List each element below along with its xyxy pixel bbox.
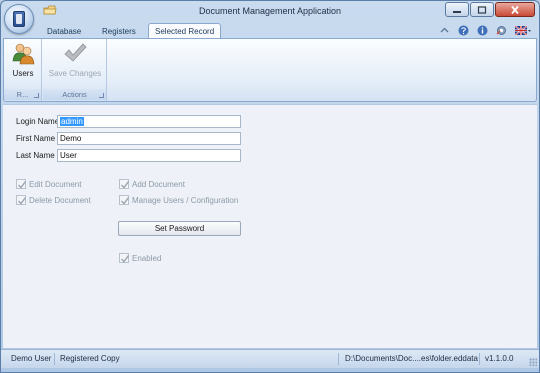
settings-icon[interactable] xyxy=(496,25,507,36)
set-password-button[interactable]: Set Password xyxy=(118,221,241,236)
save-changes-label: Save Changes xyxy=(48,69,102,78)
login-name-field[interactable]: admin xyxy=(57,115,241,128)
window-controls xyxy=(445,2,535,17)
record-form: Login Name admin First Name Demo Last Na… xyxy=(3,104,537,348)
app-window: Document Management Application Database… xyxy=(0,0,540,373)
first-name-field[interactable]: Demo xyxy=(57,132,241,145)
manage-users-checkbox[interactable]: Manage Users / Configuration xyxy=(119,195,238,205)
minimize-button[interactable] xyxy=(445,2,469,17)
users-button-label: Users xyxy=(12,69,34,78)
maximize-icon xyxy=(477,5,487,14)
edit-document-label: Edit Document xyxy=(29,179,82,189)
add-document-label: Add Document xyxy=(132,179,185,189)
checkbox-checked-icon xyxy=(16,195,27,205)
collapse-ribbon-icon[interactable] xyxy=(439,25,450,36)
login-name-label: Login Name xyxy=(16,117,60,126)
save-changes-button[interactable]: Save Changes xyxy=(45,41,105,78)
status-separator xyxy=(54,353,55,365)
last-name-label: Last Name xyxy=(16,151,55,160)
tab-database[interactable]: Database xyxy=(41,24,87,39)
ribbon-panel: Users R... Save Changes Actions xyxy=(3,38,537,102)
delete-document-label: Delete Document xyxy=(29,195,91,205)
login-name-value: admin xyxy=(60,117,84,126)
status-separator xyxy=(338,353,339,365)
ribbon-group-actions: Save Changes Actions xyxy=(43,39,107,101)
checkbox-checked-icon xyxy=(119,195,130,205)
status-database-path: D:\Documents\Doc....es\folder.eddata xyxy=(345,354,478,363)
document-app-icon xyxy=(13,11,25,27)
enabled-label: Enabled xyxy=(132,253,162,263)
checkmark-icon xyxy=(63,41,87,65)
language-flag-icon[interactable] xyxy=(515,25,531,36)
checkbox-checked-icon xyxy=(16,179,27,189)
status-separator xyxy=(479,353,480,365)
edit-document-checkbox[interactable]: Edit Document xyxy=(16,179,81,189)
close-icon xyxy=(511,5,519,14)
tab-registers[interactable]: Registers xyxy=(96,24,142,39)
status-bar: Demo User Registered Copy D:\Documents\D… xyxy=(1,349,539,368)
users-button[interactable]: Users xyxy=(8,41,38,78)
last-name-field[interactable]: User xyxy=(57,149,241,162)
status-license: Registered Copy xyxy=(60,354,120,363)
manage-users-label: Manage Users / Configuration xyxy=(132,195,239,205)
help-icon[interactable] xyxy=(458,25,469,36)
group-launcher-icon[interactable] xyxy=(34,93,39,98)
ribbon-group-records: Users R... xyxy=(4,39,42,101)
first-name-label: First Name xyxy=(16,134,56,143)
application-menu-button[interactable] xyxy=(4,4,34,34)
group-launcher-icon[interactable] xyxy=(99,93,104,98)
enabled-checkbox[interactable]: Enabled xyxy=(119,253,161,263)
add-document-checkbox[interactable]: Add Document xyxy=(119,179,185,189)
title-bar: Document Management Application xyxy=(1,1,539,34)
status-version: v1.1.0.0 xyxy=(485,354,514,363)
checkbox-checked-icon xyxy=(119,179,130,189)
ribbon-toolbar xyxy=(439,25,531,36)
checkbox-checked-icon xyxy=(119,253,130,263)
minimize-icon xyxy=(453,10,461,13)
users-icon xyxy=(11,41,35,65)
close-button[interactable] xyxy=(495,2,535,17)
delete-document-checkbox[interactable]: Delete Document xyxy=(16,195,91,205)
ribbon-tabs: Database Registers Selected Record xyxy=(1,22,539,40)
maximize-button[interactable] xyxy=(470,2,494,17)
status-user: Demo User xyxy=(11,354,52,363)
info-icon[interactable] xyxy=(477,25,488,36)
ribbon-group-label: Actions xyxy=(43,89,106,100)
resize-grip[interactable] xyxy=(529,358,537,366)
